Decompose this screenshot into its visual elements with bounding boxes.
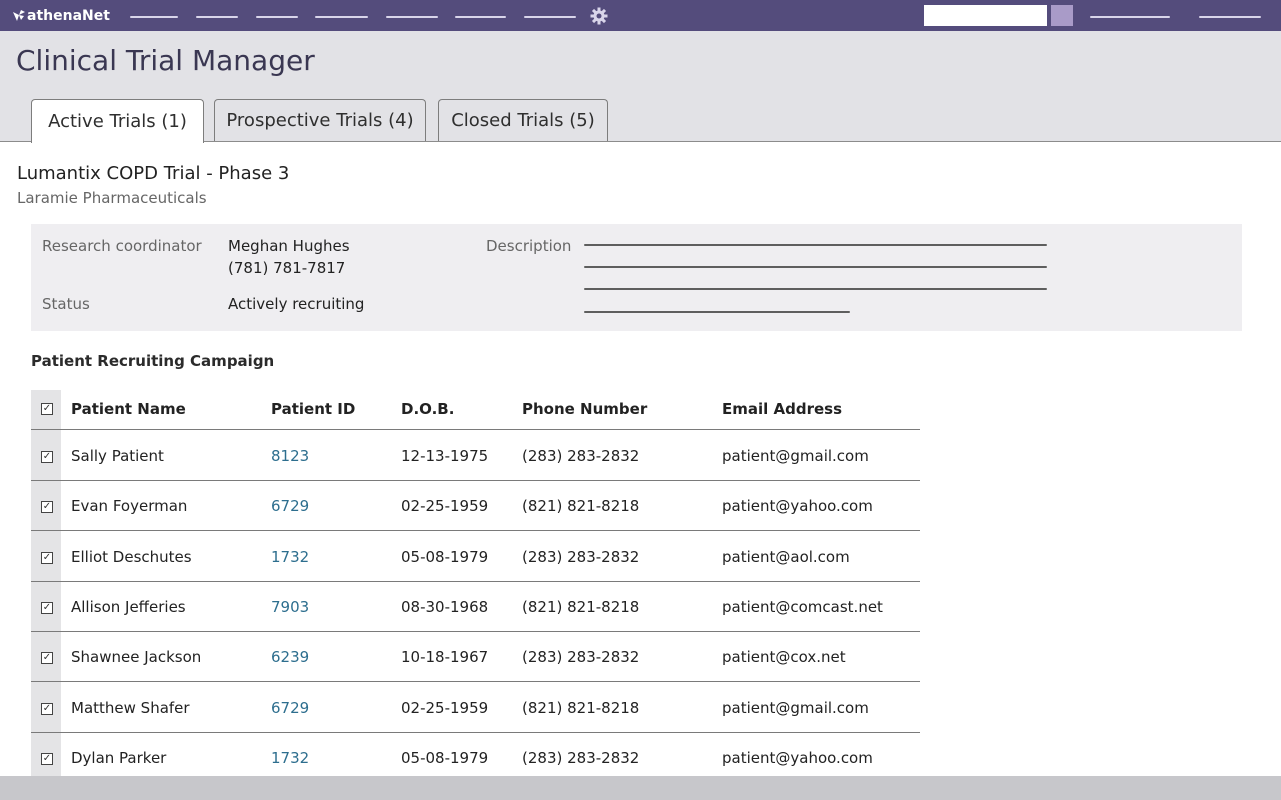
patient-phone: (283) 283-2832 bbox=[522, 748, 640, 767]
patient-name: Shawnee Jackson bbox=[71, 648, 202, 667]
patient-name: Sally Patient bbox=[71, 447, 164, 465]
patient-phone: (821) 821-8218 bbox=[522, 698, 640, 717]
nav-item-7[interactable] bbox=[524, 16, 576, 18]
table-row[interactable]: ✓ Shawnee Jackson 6239 10-18-1967 (283) 283-… bbox=[31, 632, 920, 683]
patient-name: Matthew Shafer bbox=[71, 698, 190, 717]
brand-name: athenaNet bbox=[27, 8, 110, 24]
nav-user-link-1[interactable] bbox=[1090, 16, 1170, 18]
coordinator-phone: (781) 781-7817 bbox=[228, 259, 346, 277]
description-line bbox=[584, 311, 850, 313]
patient-name: Evan Foyerman bbox=[71, 497, 188, 516]
description-line bbox=[584, 288, 1047, 290]
patient-dob: 02-25-1959 bbox=[401, 497, 489, 516]
nav-item-6[interactable] bbox=[455, 16, 506, 18]
patient-email: patient@aol.com bbox=[722, 547, 850, 566]
patient-dob: 02-25-1959 bbox=[401, 698, 489, 717]
table-row[interactable]: ✓ Elliot Deschutes 1732 05-08-1979 (283) 283… bbox=[31, 532, 920, 582]
patient-id-link[interactable]: 6239 bbox=[271, 648, 309, 666]
row-checkbox[interactable]: ✓ bbox=[41, 601, 53, 614]
row-checkbox[interactable]: ✓ bbox=[41, 652, 53, 665]
patient-email: patient@yahoo.com bbox=[722, 748, 873, 767]
nav-item-4[interactable] bbox=[315, 16, 368, 18]
patient-phone: (283) 283-2832 bbox=[522, 547, 640, 566]
column-header[interactable]: Phone Number bbox=[522, 400, 647, 418]
row-checkbox[interactable]: ✓ bbox=[41, 551, 53, 564]
table-row[interactable]: ✓ Sally Patient 8123 12-13-1975 (283) 283-28… bbox=[31, 431, 920, 481]
patient-id-link[interactable]: 1732 bbox=[271, 548, 309, 566]
select-all-checkbox[interactable]: ✓ bbox=[41, 403, 53, 415]
nav-item-5[interactable] bbox=[386, 16, 438, 18]
search-input[interactable] bbox=[924, 5, 1047, 26]
campaign-title: Patient Recruiting Campaign bbox=[31, 352, 275, 370]
tab-active-trials[interactable]: Active Trials (1) bbox=[31, 99, 204, 143]
trial-info-panel: Research coordinator Meghan Hughes (781)… bbox=[31, 224, 1242, 331]
column-header[interactable]: Patient ID bbox=[271, 400, 355, 418]
column-header[interactable]: Patient Name bbox=[71, 400, 186, 418]
patient-id-link[interactable]: 7903 bbox=[271, 598, 309, 616]
patient-email: patient@gmail.com bbox=[722, 447, 869, 465]
patient-phone: (283) 283-2832 bbox=[522, 447, 640, 465]
nav-item-3[interactable] bbox=[256, 16, 298, 18]
page-title: Clinical Trial Manager bbox=[16, 44, 315, 77]
patient-phone: (821) 821-8218 bbox=[522, 497, 640, 516]
patient-id-link[interactable]: 6729 bbox=[271, 699, 309, 717]
patient-dob: 05-08-1979 bbox=[401, 748, 489, 767]
patient-email: patient@yahoo.com bbox=[722, 497, 873, 516]
patient-id-link[interactable]: 6729 bbox=[271, 497, 309, 515]
table-header-row: ✓ Patient Name Patient ID D.O.B. Phone Numbe… bbox=[31, 390, 920, 430]
nav-user-link-2[interactable] bbox=[1199, 16, 1261, 18]
column-header[interactable]: D.O.B. bbox=[401, 400, 454, 418]
table-row[interactable]: ✓ Matthew Shafer 6729 02-25-1959 (821) 821-8… bbox=[31, 683, 920, 733]
trial-sponsor: Laramie Pharmaceuticals bbox=[17, 189, 207, 207]
patient-phone: (283) 283-2832 bbox=[522, 648, 640, 667]
patient-dob: 08-30-1968 bbox=[401, 597, 489, 616]
patient-phone: (821) 821-8218 bbox=[522, 597, 640, 616]
table-row[interactable]: ✓ Allison Jefferies 7903 08-30-1968 (821) 82… bbox=[31, 582, 920, 632]
nav-item-1[interactable] bbox=[130, 16, 178, 18]
gear-icon[interactable] bbox=[590, 7, 608, 25]
description-line bbox=[584, 266, 1047, 268]
row-checkbox[interactable]: ✓ bbox=[41, 451, 53, 463]
description-label: Description bbox=[486, 237, 572, 255]
patient-name: Elliot Deschutes bbox=[71, 547, 192, 566]
leaf-logo-icon bbox=[13, 10, 25, 21]
avatar[interactable] bbox=[1051, 5, 1073, 26]
patient-email: patient@comcast.net bbox=[722, 597, 883, 616]
column-header[interactable]: Email Address bbox=[722, 400, 842, 418]
row-checkbox[interactable]: ✓ bbox=[41, 702, 53, 715]
coordinator-name: Meghan Hughes bbox=[228, 237, 350, 255]
trial-title: Lumantix COPD Trial - Phase 3 bbox=[17, 163, 290, 184]
nav-item-2[interactable] bbox=[196, 16, 238, 18]
description-line bbox=[584, 244, 1047, 246]
row-checkbox[interactable]: ✓ bbox=[41, 501, 53, 514]
patient-name: Allison Jefferies bbox=[71, 597, 186, 616]
tab-closed-trials[interactable]: Closed Trials (5) bbox=[438, 99, 608, 141]
patient-id-link[interactable]: 1732 bbox=[271, 749, 309, 767]
patient-dob: 05-08-1979 bbox=[401, 547, 489, 566]
coordinator-label: Research coordinator bbox=[42, 237, 202, 255]
row-checkbox[interactable]: ✓ bbox=[41, 752, 53, 765]
patient-dob: 10-18-1967 bbox=[401, 648, 489, 667]
status-value: Actively recruiting bbox=[228, 295, 365, 313]
bottom-bar bbox=[0, 776, 1281, 800]
patient-dob: 12-13-1975 bbox=[401, 447, 489, 465]
patient-email: patient@gmail.com bbox=[722, 698, 869, 717]
brand-logo[interactable]: athenaNet bbox=[12, 6, 110, 26]
table-row[interactable]: ✓ Evan Foyerman 6729 02-25-1959 (821) 821-82… bbox=[31, 481, 920, 532]
patient-id-link[interactable]: 8123 bbox=[271, 447, 309, 465]
tab-prospective-trials[interactable]: Prospective Trials (4) bbox=[214, 99, 426, 141]
top-nav: athenaNet bbox=[0, 0, 1281, 31]
patient-name: Dylan Parker bbox=[71, 748, 167, 767]
patient-email: patient@cox.net bbox=[722, 648, 846, 667]
status-label: Status bbox=[42, 295, 90, 313]
